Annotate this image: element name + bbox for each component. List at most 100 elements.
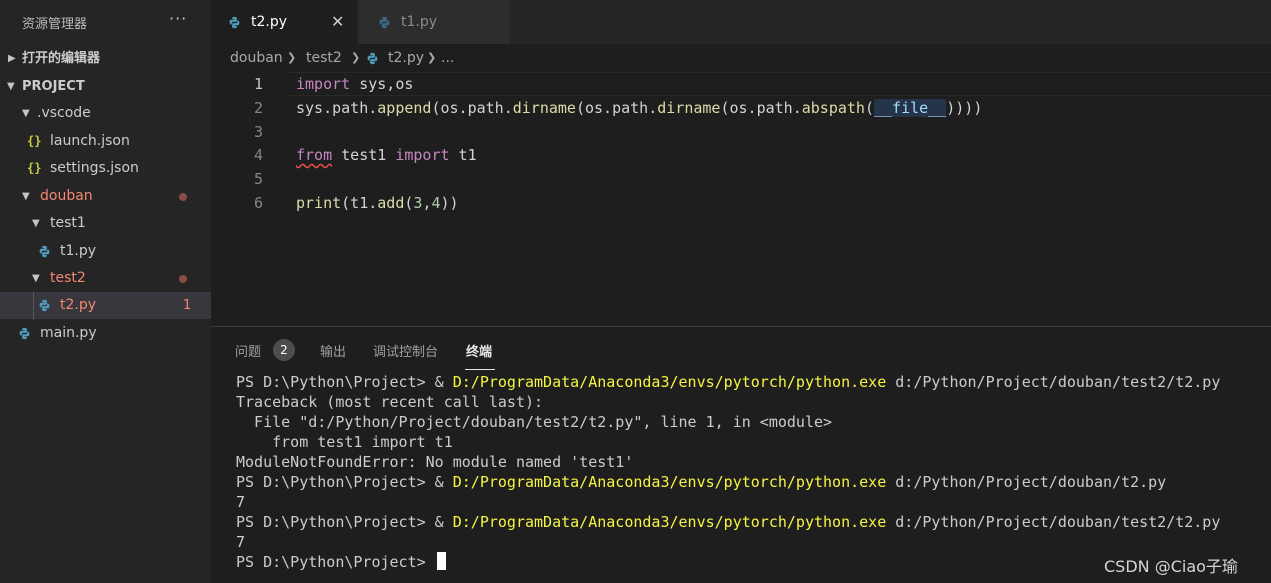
code-token: ))))	[946, 99, 983, 117]
code-token: (	[864, 99, 874, 117]
code-line-1: import sys,os	[296, 72, 413, 96]
tree-item-label: test2	[50, 270, 86, 286]
json-file-icon: {}	[27, 134, 42, 148]
tree-item-label: t2.py	[60, 297, 97, 313]
code-token: sys	[296, 99, 324, 117]
keyword-token: import	[395, 146, 450, 164]
line-number: 3	[253, 123, 263, 141]
tree-item-test2[interactable]: ▼ test2	[0, 265, 211, 292]
tree-item-vscode[interactable]: ▼ .vscode	[0, 100, 211, 127]
terminal-argument: d:/Python/Project/douban/test2/t2.py	[886, 373, 1221, 391]
terminal-command: D:/ProgramData/Anaconda3/envs/pytorch/py…	[452, 373, 887, 391]
code-token: sys,os	[350, 75, 414, 93]
tree-item-launch-json[interactable]: {} launch.json	[0, 128, 211, 155]
code-line-2: sys.path.append(os.path.dirname(os.path.…	[296, 96, 982, 120]
code-token: (os.path.	[431, 99, 513, 117]
tab-label: t1.py	[401, 14, 438, 30]
function-token: abspath	[801, 99, 865, 117]
project-section[interactable]: ▼ PROJECT	[0, 73, 211, 100]
terminal-line: PS D:\Python\Project> & D:/ProgramData/A…	[236, 512, 1220, 532]
tab-terminal[interactable]: 终端	[466, 341, 492, 360]
chevron-right-icon: ❯	[427, 51, 437, 64]
modified-dot-icon	[179, 275, 187, 283]
python-file-icon	[367, 52, 378, 65]
terminal-prompt: PS D:\Python\Project> &	[236, 513, 453, 531]
python-file-icon	[229, 16, 240, 29]
watermark: CSDN @Ciao子瑜	[1104, 557, 1238, 576]
tree-item-test1[interactable]: ▼ test1	[0, 210, 211, 237]
keyword-token: from	[296, 146, 333, 164]
terminal-input-line[interactable]: PS D:\Python\Project>	[236, 552, 446, 572]
tab-label: t2.py	[251, 14, 288, 30]
breadcrumb-folder[interactable]: test2	[306, 44, 342, 72]
chevron-right-icon: ❯	[351, 51, 361, 64]
tree-item-label: .vscode	[37, 105, 91, 121]
code-token: t1	[449, 146, 477, 164]
tree-item-main-py[interactable]: main.py	[0, 320, 211, 347]
active-tab-indicator	[465, 369, 495, 370]
terminal-line: PS D:\Python\Project> & D:/ProgramData/A…	[236, 372, 1220, 392]
chevron-down-icon: ▼	[7, 81, 15, 92]
line-number: 4	[253, 146, 263, 164]
current-line-highlight	[288, 72, 1271, 96]
terminal-line: from test1 import t1	[236, 433, 453, 451]
breadcrumb-file[interactable]: t2.py	[388, 44, 424, 72]
terminal-prompt: PS D:\Python\Project> &	[236, 373, 453, 391]
function-token: dirname	[657, 99, 721, 117]
tab-t2-py[interactable]: t2.py ✕	[211, 0, 357, 44]
code-token: (os.path.	[720, 99, 802, 117]
function-token: add	[377, 194, 405, 212]
python-file-icon	[39, 299, 50, 312]
terminal-command: D:/ProgramData/Anaconda3/envs/pytorch/py…	[452, 473, 887, 491]
code-token: (t1.	[341, 194, 378, 212]
problems-count-badge: 2	[273, 339, 295, 361]
python-file-icon	[379, 16, 390, 29]
tree-item-label: test1	[50, 215, 86, 231]
terminal-argument: d:/Python/Project/douban/t2.py	[886, 473, 1167, 491]
breadcrumb-symbols[interactable]: ...	[441, 44, 454, 72]
code-token: ))	[440, 194, 459, 212]
tree-item-t2-py[interactable]: t2.py 1	[0, 292, 211, 319]
tree-item-label: douban	[40, 188, 93, 204]
chevron-down-icon: ▼	[22, 108, 30, 119]
terminal-line: Traceback (most recent call last):	[236, 393, 544, 411]
code-line-4: from test1 import t1	[296, 143, 477, 167]
chevron-right-icon: ❯	[287, 51, 297, 64]
explorer-title: 资源管理器	[22, 17, 88, 32]
open-editors-section[interactable]: ▶ 打开的编辑器	[0, 45, 211, 72]
tree-item-label: settings.json	[50, 160, 139, 176]
terminal-command: D:/ProgramData/Anaconda3/envs/pytorch/py…	[452, 513, 887, 531]
editor-tab-bar: t2.py ✕ t1.py	[211, 0, 1271, 44]
tab-debug-console[interactable]: 调试控制台	[373, 341, 438, 360]
chevron-right-icon: ▶	[8, 53, 16, 64]
modified-dot-icon	[179, 193, 187, 201]
tab-problems[interactable]: 问题	[235, 341, 261, 360]
project-label: PROJECT	[22, 79, 85, 94]
tab-t1-py[interactable]: t1.py	[359, 0, 509, 44]
tree-item-t1-py[interactable]: t1.py	[0, 238, 211, 265]
tab-output[interactable]: 输出	[320, 341, 346, 360]
tree-item-douban[interactable]: ▼ douban	[0, 183, 211, 210]
terminal-line: File "d:/Python/Project/douban/test2/t2.…	[236, 413, 833, 431]
tree-item-settings-json[interactable]: {} settings.json	[0, 155, 211, 182]
terminal-prompt: PS D:\Python\Project> &	[236, 473, 453, 491]
line-number: 1	[253, 75, 263, 93]
more-actions-icon[interactable]: ···	[169, 9, 187, 28]
bottom-panel: 问题 2 输出 调试控制台 终端 PS D:\Python\Project> &…	[211, 326, 1271, 583]
indent-guide	[33, 292, 34, 320]
breadcrumb-root[interactable]: douban	[230, 44, 283, 72]
function-token: append	[377, 99, 432, 117]
chevron-down-icon: ▼	[22, 191, 30, 202]
close-icon[interactable]: ✕	[331, 0, 344, 44]
terminal-line: ModuleNotFoundError: No module named 'te…	[236, 453, 634, 471]
line-number: 5	[253, 170, 263, 188]
code-editor[interactable]: 1 2 3 4 5 6 import sys,os sys.path.appen…	[211, 72, 1271, 326]
code-token: (os.path.	[575, 99, 658, 117]
chevron-down-icon: ▼	[32, 273, 40, 284]
tree-item-label: t1.py	[60, 243, 97, 259]
open-editors-label: 打开的编辑器	[22, 51, 101, 66]
tree-item-label: launch.json	[50, 133, 130, 149]
breadcrumb: douban ❯ test2 ❯ t2.py ❯ ...	[211, 44, 1271, 72]
line-number: 2	[253, 99, 263, 117]
terminal-prompt: PS D:\Python\Project>	[236, 553, 435, 571]
